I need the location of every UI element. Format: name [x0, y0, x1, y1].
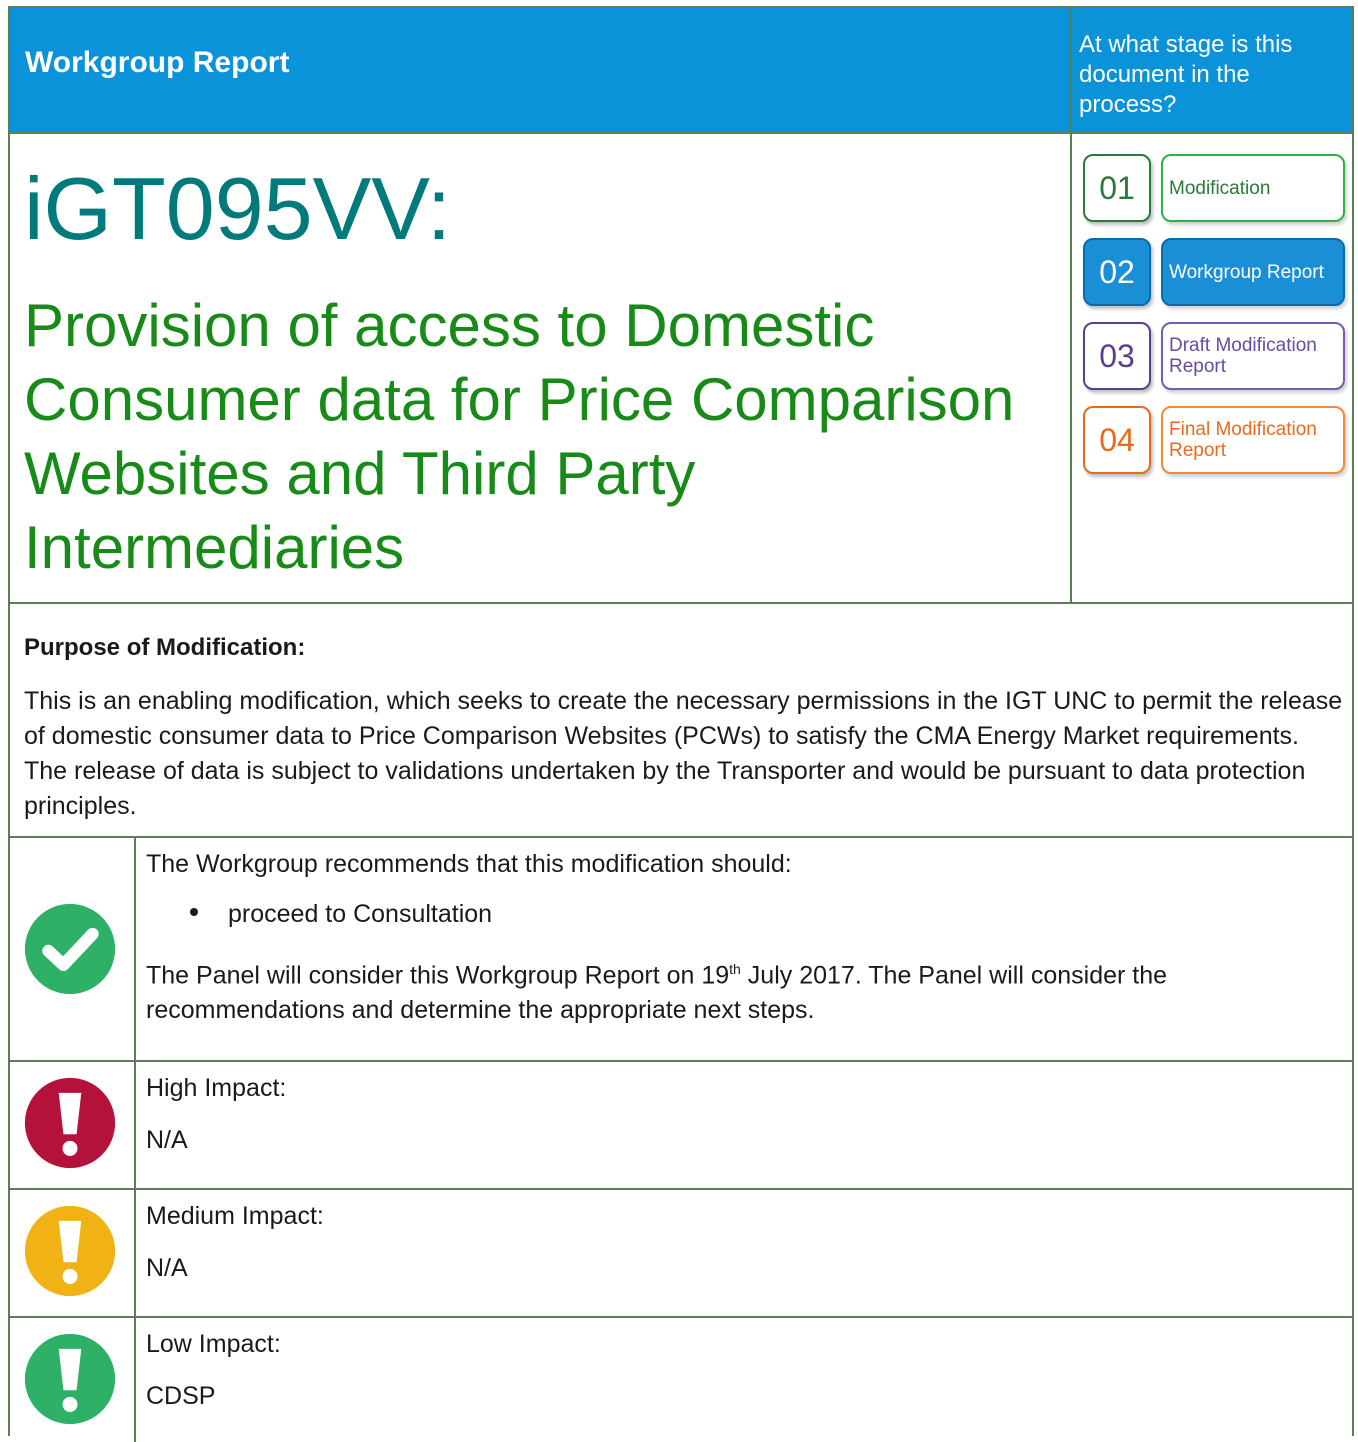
row-divider — [134, 838, 136, 1060]
bullet-text: proceed to Consultation — [228, 900, 493, 928]
stage-number: 02 — [1083, 238, 1151, 306]
row-divider — [134, 1190, 136, 1316]
stage-question: At what stage is this document in the pr… — [1079, 31, 1293, 118]
medium-impact-value: N/A — [146, 1254, 188, 1282]
purpose-heading: Purpose of Modification: — [24, 634, 306, 661]
purpose-text: This is an enabling modification, which … — [24, 687, 1343, 820]
high-impact-label: High Impact: — [146, 1074, 287, 1102]
modification-code: iGT095VV: — [24, 159, 452, 258]
row-divider — [134, 1062, 136, 1188]
title-divider — [1070, 134, 1072, 602]
stage-02-current: 02 Workgroup Report — [1083, 238, 1345, 310]
date-suffix: th — [729, 961, 741, 977]
stage-03: 03 Draft Modification Report — [1083, 322, 1345, 394]
header-band: Workgroup Report At what stage is this d… — [10, 8, 1352, 134]
stage-number: 04 — [1083, 406, 1151, 474]
recommendation-row: The Workgroup recommends that this modif… — [10, 838, 1352, 1062]
exclamation-circle-icon — [24, 1077, 116, 1169]
recommendation-intro: The Workgroup recommends that this modif… — [146, 850, 792, 878]
recommendation-bullet: proceed to Consultation — [190, 900, 492, 929]
stage-label: Workgroup Report — [1161, 238, 1345, 306]
exclamation-circle-icon — [24, 1205, 116, 1297]
stage-04: 04 Final Modification Report — [1083, 406, 1345, 478]
report-type-title: Workgroup Report — [25, 46, 290, 79]
high-impact-value: N/A — [146, 1126, 188, 1154]
low-impact-label: Low Impact: — [146, 1330, 281, 1358]
stage-number: 03 — [1083, 322, 1151, 390]
check-circle-icon — [24, 903, 116, 995]
modification-title: Provision of access to Domestic Consumer… — [24, 292, 1015, 581]
stage-label: Modification — [1161, 154, 1345, 222]
high-impact-row: High Impact: N/A — [10, 1062, 1352, 1190]
header-divider — [1070, 8, 1072, 132]
panel-statement: The Panel will consider this Workgroup R… — [146, 952, 1326, 1028]
stage-01: 01 Modification — [1083, 154, 1345, 226]
stage-label: Draft Modification Report — [1161, 322, 1345, 390]
document-page: Workgroup Report At what stage is this d… — [8, 6, 1354, 1442]
low-impact-value: CDSP — [146, 1382, 216, 1410]
purpose-section: Purpose of Modification: This is an enab… — [10, 604, 1352, 838]
panel-text-part: The Panel will consider this Workgroup R… — [146, 961, 730, 990]
stage-label: Final Modification Report — [1161, 406, 1345, 474]
exclamation-circle-icon — [24, 1333, 116, 1425]
row-divider — [134, 1318, 136, 1442]
medium-impact-label: Medium Impact: — [146, 1202, 324, 1230]
low-impact-row: Low Impact: CDSP — [10, 1318, 1352, 1442]
stage-number: 01 — [1083, 154, 1151, 222]
medium-impact-row: Medium Impact: N/A — [10, 1190, 1352, 1318]
bullet-dot — [190, 908, 198, 917]
